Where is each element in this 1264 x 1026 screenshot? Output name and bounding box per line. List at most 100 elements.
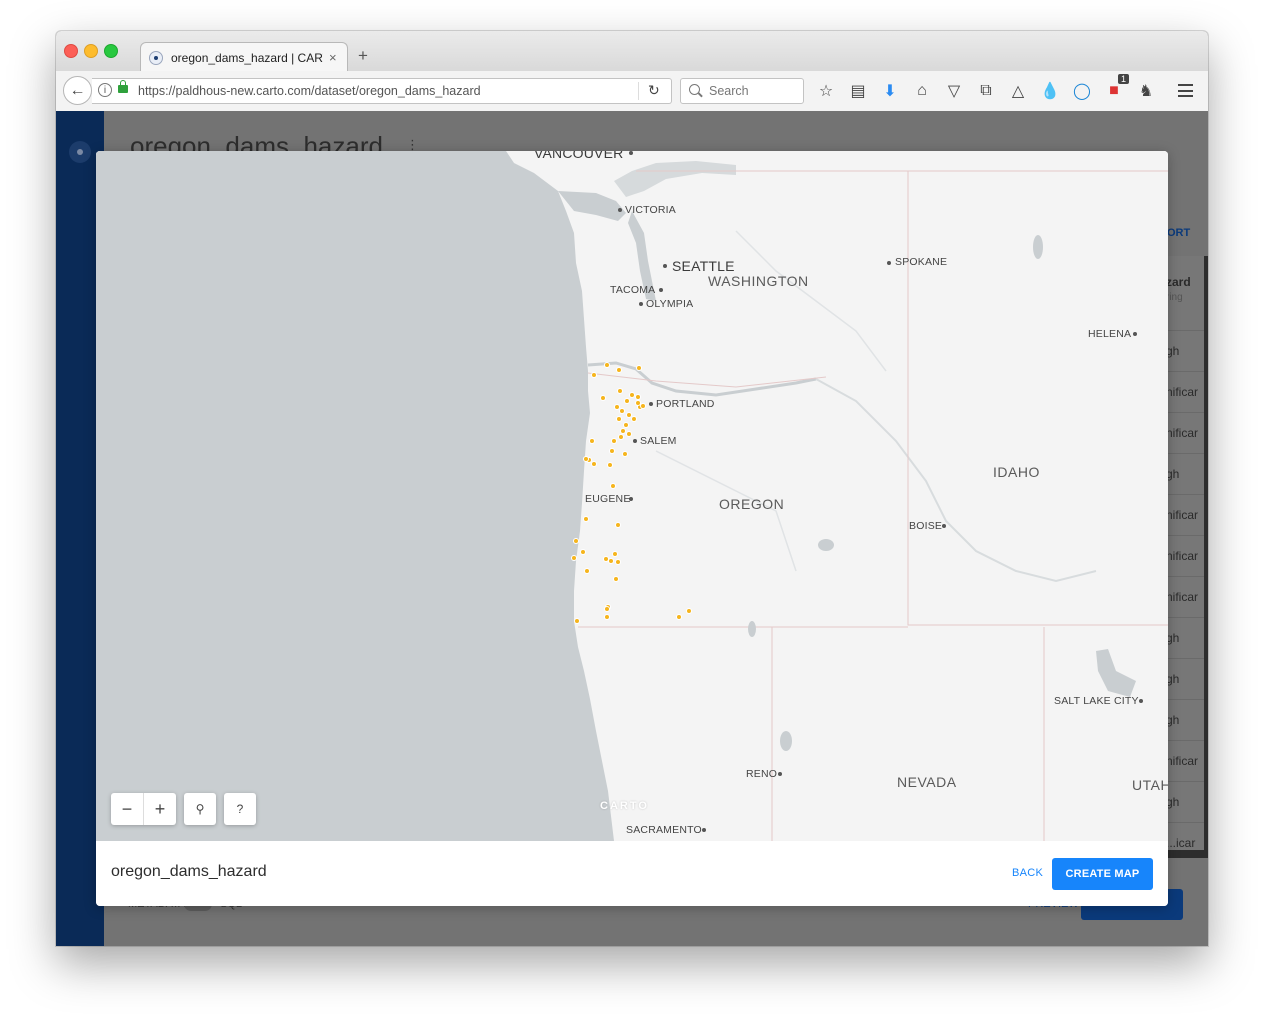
create-map-button[interactable]: CREATE MAP (1052, 858, 1153, 890)
dam-point[interactable] (608, 558, 614, 564)
dam-point[interactable] (609, 448, 615, 454)
spokane-dot (887, 261, 891, 265)
seattle-dot (663, 264, 667, 268)
label-washington: WASHINGTON (708, 273, 809, 289)
dam-point[interactable] (574, 618, 580, 624)
dam-point[interactable] (686, 608, 692, 614)
table-row: gh (1166, 658, 1204, 698)
page-table: zard ring gh nificar nificar gh nificar … (1166, 256, 1208, 858)
zoom-out-button[interactable]: − (111, 793, 143, 825)
dam-point[interactable] (604, 614, 610, 620)
dataset-name: oregon_dams_hazard (111, 863, 267, 880)
salem-dot (633, 439, 637, 443)
table-row: nificar (1166, 494, 1204, 534)
dam-point[interactable] (623, 422, 629, 428)
label-tacoma: TACOMA (610, 284, 656, 296)
info-icon[interactable]: i (98, 83, 112, 97)
maximize-window-button[interactable] (104, 44, 118, 58)
dam-point[interactable] (617, 388, 623, 394)
dam-point[interactable] (584, 568, 590, 574)
reno-dot (778, 772, 782, 776)
user-extension-icon[interactable]: ♞ (1134, 79, 1158, 103)
dam-point[interactable] (580, 549, 586, 555)
dam-point[interactable] (604, 362, 610, 368)
dam-point[interactable] (611, 438, 617, 444)
dam-point[interactable] (612, 551, 618, 557)
dam-point[interactable] (571, 555, 577, 561)
help-icon: ? (236, 802, 244, 816)
drop-icon[interactable]: 💧 (1038, 79, 1062, 103)
back-button[interactable]: ← (63, 76, 92, 105)
dam-point[interactable] (619, 408, 625, 414)
dam-point[interactable] (607, 462, 613, 468)
zoom-in-button[interactable]: + (143, 793, 176, 825)
table-row: nificar (1166, 371, 1204, 411)
modal-footer: oregon_dams_hazard BACK CREATE MAP (96, 841, 1168, 906)
dam-point[interactable] (624, 398, 630, 404)
hamburger-menu-icon[interactable] (1178, 84, 1193, 97)
dam-point[interactable] (616, 367, 622, 373)
dam-point[interactable] (610, 483, 616, 489)
dam-point[interactable] (589, 438, 595, 444)
dam-point[interactable] (604, 606, 610, 612)
label-vancouver: VANCOUVER (534, 151, 624, 161)
map-preview[interactable]: VANCOUVER VICTORIA SEATTLE WASHINGTON SP… (96, 151, 1168, 841)
salt-lake-city-dot (1139, 699, 1143, 703)
column-header: zard (1166, 275, 1191, 289)
dam-point[interactable] (636, 365, 642, 371)
dam-point[interactable] (573, 538, 579, 544)
create-map-modal: VANCOUVER VICTORIA SEATTLE WASHINGTON SP… (96, 151, 1168, 906)
dam-point[interactable] (618, 434, 624, 440)
search-input[interactable] (707, 83, 801, 99)
downloads-icon[interactable]: ⬇ (878, 79, 902, 103)
dam-point[interactable] (631, 416, 637, 422)
carto-attribution-logo: CARTO (600, 800, 649, 812)
copy-icon[interactable]: ⧉ (974, 79, 998, 103)
pocket-icon[interactable]: ▽ (942, 79, 966, 103)
dam-point[interactable] (583, 456, 589, 462)
dam-point[interactable] (622, 451, 628, 457)
back-link[interactable]: BACK (1012, 867, 1043, 879)
circle-extension-icon[interactable]: ◯ (1070, 79, 1094, 103)
carto-logo-icon (69, 141, 91, 163)
url-bar[interactable]: i https://paldhous-new.carto.com/dataset… (92, 78, 672, 104)
home-icon[interactable]: ⌂ (910, 79, 934, 103)
helena-dot (1133, 332, 1137, 336)
search-box[interactable] (680, 78, 804, 104)
reader-view-icon[interactable]: ▤ (846, 79, 870, 103)
bookmark-star-icon[interactable]: ☆ (814, 79, 838, 103)
dam-point[interactable] (613, 576, 619, 582)
page-export-link: ORT (1167, 227, 1191, 239)
extension-badge-icon[interactable]: ■ 1 (1102, 74, 1129, 103)
portland-dot (649, 402, 653, 406)
dam-point[interactable] (615, 559, 621, 565)
dam-point[interactable] (626, 431, 632, 437)
tab-title: oregon_dams_hazard | CARTO (171, 50, 323, 65)
dam-point[interactable] (600, 395, 606, 401)
dam-point[interactable] (591, 461, 597, 467)
url-divider (638, 82, 639, 100)
help-button[interactable]: ? (224, 793, 256, 825)
dam-point[interactable] (616, 416, 622, 422)
tab-close-icon[interactable]: × (329, 50, 337, 65)
label-seattle: SEATTLE (672, 258, 735, 274)
dam-point[interactable] (676, 614, 682, 620)
browser-tab[interactable]: oregon_dams_hazard | CARTO × (140, 42, 348, 72)
label-portland: PORTLAND (656, 398, 715, 410)
reload-icon[interactable]: ↻ (648, 82, 660, 99)
label-spokane: SPOKANE (895, 256, 948, 268)
close-window-button[interactable] (64, 44, 78, 58)
drive-icon[interactable]: △ (1006, 79, 1030, 103)
title-bar: oregon_dams_hazard | CARTO × + (56, 31, 1208, 72)
dam-point[interactable] (640, 403, 646, 409)
victoria-dot (618, 208, 622, 212)
new-tab-button[interactable]: + (358, 46, 368, 66)
map-search-button[interactable]: ⚲ (184, 793, 216, 825)
minimize-window-button[interactable] (84, 44, 98, 58)
table-row: nificar (1166, 412, 1204, 452)
url-text[interactable]: https://paldhous-new.carto.com/dataset/o… (138, 84, 481, 98)
dam-point[interactable] (591, 372, 597, 378)
dam-point[interactable] (615, 522, 621, 528)
dam-point[interactable] (583, 516, 589, 522)
label-idaho: IDAHO (993, 464, 1040, 480)
